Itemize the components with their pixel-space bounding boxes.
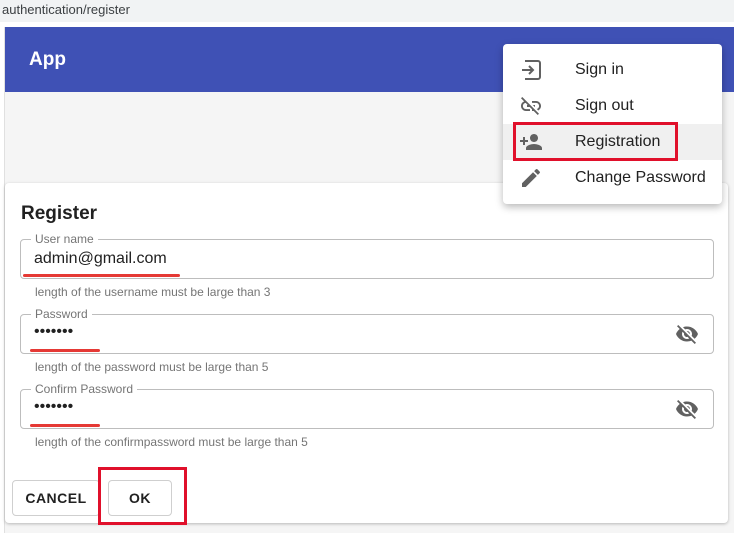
edit-icon	[522, 168, 541, 187]
register-title: Register	[21, 203, 98, 224]
confirm-password-label: Confirm Password	[31, 382, 138, 396]
annotation-underline	[30, 349, 100, 352]
password-value: •••••••	[34, 323, 74, 340]
username-hint: length of the username must be large tha…	[35, 285, 271, 299]
username-value: admin@gmail.com	[34, 250, 167, 267]
annotation-box	[98, 467, 187, 525]
menu-item-change-password[interactable]: Change Password	[503, 160, 722, 196]
password-field[interactable]: Password •••••••	[20, 307, 714, 354]
username-field[interactable]: User name admin@gmail.com	[20, 232, 714, 279]
confirm-password-field[interactable]: Confirm Password •••••••	[20, 382, 714, 429]
annotation-underline	[23, 274, 180, 277]
app-title: App	[29, 49, 66, 70]
browser-url-bar[interactable]: authentication/register	[0, 0, 734, 22]
url-text: authentication/register	[2, 2, 130, 17]
confirm-password-value: •••••••	[34, 398, 74, 415]
visibility-off-icon[interactable]	[675, 397, 699, 421]
annotation-underline	[30, 424, 100, 427]
login-icon	[522, 60, 541, 80]
visibility-off-icon[interactable]	[675, 322, 699, 346]
account-menu: Sign in Sign out Registration Change Pas…	[503, 44, 722, 204]
link-off-icon	[521, 97, 541, 115]
cancel-button[interactable]: CANCEL	[12, 480, 100, 516]
menu-item-sign-in[interactable]: Sign in	[503, 52, 722, 88]
password-hint: length of the password must be large tha…	[35, 360, 269, 374]
username-label: User name	[31, 232, 98, 246]
register-card: Register User name admin@gmail.com lengt…	[5, 183, 728, 525]
menu-item-label: Sign out	[575, 97, 634, 114]
menu-item-label: Change Password	[575, 169, 706, 186]
confirm-password-hint: length of the confirmpassword must be la…	[35, 435, 308, 449]
menu-item-sign-out[interactable]: Sign out	[503, 88, 722, 124]
annotation-box	[513, 122, 678, 161]
menu-item-label: Sign in	[575, 61, 624, 78]
password-label: Password	[31, 307, 92, 321]
